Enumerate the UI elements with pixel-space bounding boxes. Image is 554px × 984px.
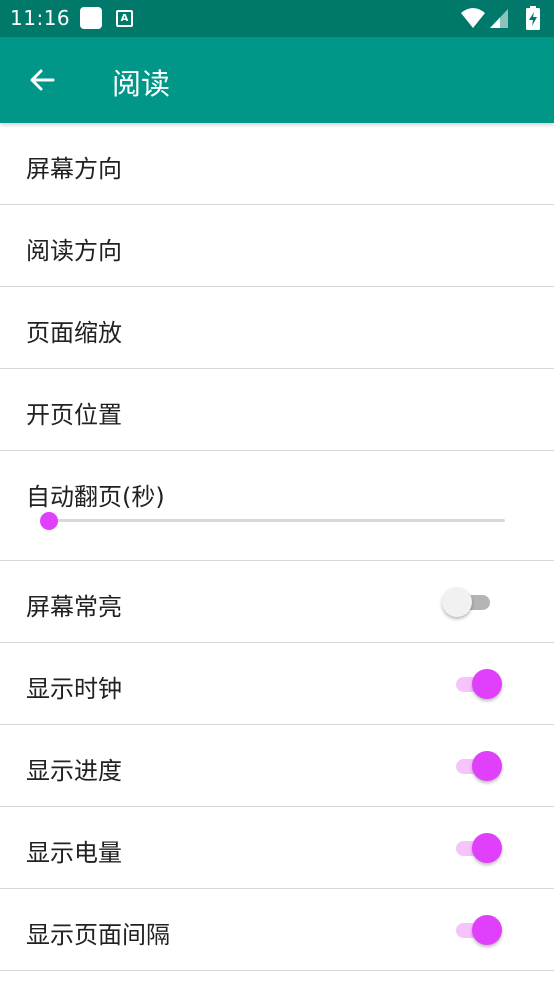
setting-label: 显示进度 (26, 757, 122, 785)
auto-page-turn-slider[interactable] (40, 511, 506, 531)
switch-thumb (472, 833, 502, 863)
slider-track[interactable] (48, 519, 505, 522)
slider-thumb[interactable] (40, 512, 58, 530)
status-bar: 11:16 A (0, 0, 554, 37)
signal-icon (490, 9, 508, 28)
arrow-left-icon (30, 69, 55, 91)
setting-label: 显示页面间隔 (26, 921, 170, 949)
show-clock-switch[interactable] (450, 668, 502, 700)
setting-label: 屏幕常亮 (26, 593, 122, 621)
setting-show-clock[interactable]: 显示时钟 (0, 643, 554, 725)
notification-square-icon (80, 7, 102, 29)
back-button[interactable] (22, 59, 64, 101)
setting-reading-direction[interactable]: 阅读方向 (0, 205, 554, 287)
setting-label: 阅读方向 (26, 237, 122, 265)
setting-show-battery[interactable]: 显示电量 (0, 807, 554, 889)
switch-thumb (472, 915, 502, 945)
wifi-icon (461, 8, 485, 28)
setting-page-zoom[interactable]: 页面缩放 (0, 287, 554, 369)
setting-show-page-gap[interactable]: 显示页面间隔 (0, 889, 554, 971)
app-bar: 阅读 (0, 37, 554, 123)
page-title: 阅读 (112, 67, 171, 101)
settings-list: 屏幕方向 阅读方向 页面缩放 开页位置 自动翻页(秒) 屏幕常亮 显示时钟 显示… (0, 123, 554, 971)
setting-label: 显示电量 (26, 839, 122, 867)
status-time: 11:16 (10, 6, 71, 30)
setting-label: 屏幕方向 (26, 155, 122, 183)
setting-start-page-position[interactable]: 开页位置 (0, 369, 554, 451)
setting-screen-orientation[interactable]: 屏幕方向 (0, 123, 554, 205)
setting-label: 自动翻页(秒) (26, 483, 165, 511)
show-page-gap-switch[interactable] (450, 914, 502, 946)
switch-thumb (442, 587, 472, 617)
setting-keep-screen-on[interactable]: 屏幕常亮 (0, 561, 554, 643)
setting-label: 显示时钟 (26, 675, 122, 703)
switch-thumb (472, 669, 502, 699)
battery-charging-icon (526, 6, 540, 30)
keep-screen-on-switch[interactable] (442, 586, 502, 618)
setting-auto-page-turn: 自动翻页(秒) (0, 451, 554, 561)
setting-label: 页面缩放 (26, 319, 122, 347)
status-right-icons (460, 6, 542, 30)
switch-thumb (472, 751, 502, 781)
setting-label: 开页位置 (26, 401, 122, 429)
show-progress-switch[interactable] (450, 750, 502, 782)
setting-show-progress[interactable]: 显示进度 (0, 725, 554, 807)
show-battery-switch[interactable] (450, 832, 502, 864)
a-badge-icon: A (116, 10, 133, 27)
